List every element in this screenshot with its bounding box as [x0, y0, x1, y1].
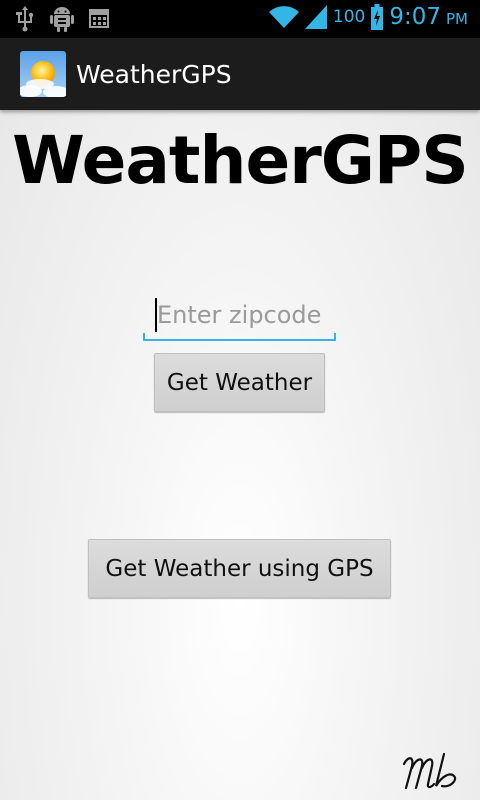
zipcode-field[interactable] [143, 296, 336, 341]
usb-icon [14, 6, 36, 32]
calendar-icon [88, 6, 110, 32]
zipcode-input[interactable] [143, 296, 336, 334]
page-title: WeatherGPS [12, 122, 469, 199]
app-title: WeatherGPS [76, 59, 232, 89]
get-weather-gps-button[interactable]: Get Weather using GPS [88, 539, 391, 598]
clock-ampm: PM [446, 10, 468, 28]
system-icons: 100 9:07 PM [268, 4, 468, 30]
battery-charging-icon [371, 4, 384, 30]
get-weather-button[interactable]: Get Weather [154, 353, 325, 412]
weather-sun-cloud-icon[interactable] [18, 51, 69, 98]
battery-level-text: 100 [332, 7, 366, 27]
status-bar: 100 9:07 PM [0, 0, 480, 38]
zipcode-field-underline [143, 333, 336, 341]
signature-watermark [398, 750, 468, 792]
status-clock: 9:07 PM [389, 4, 468, 30]
notification-icons [14, 6, 110, 32]
wifi-icon [268, 5, 299, 29]
text-cursor [155, 298, 157, 332]
android-debug-icon [50, 6, 74, 32]
signal-icon [304, 5, 327, 29]
clock-time: 9:07 [389, 4, 441, 30]
action-bar: WeatherGPS [0, 38, 480, 110]
